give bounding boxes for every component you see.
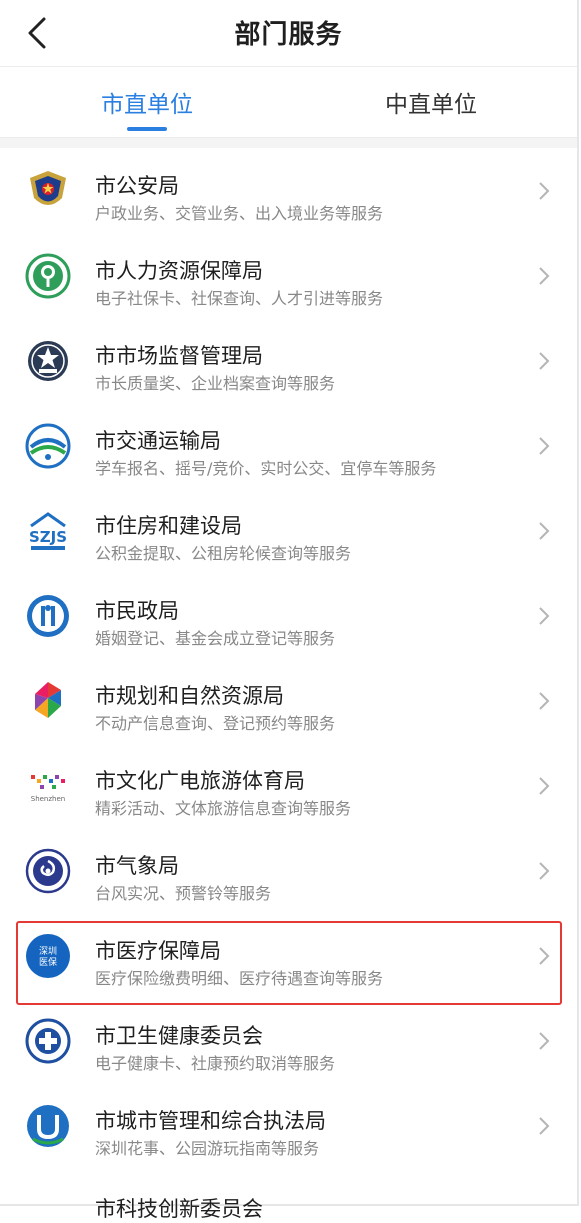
list-item[interactable]: SZJS 市住房和建设局 公积金提取、公租房轮候查询等服务: [0, 488, 577, 573]
list-item[interactable]: 深圳 医保 市医疗保障局 医疗保险缴费明细、医疗待遇查询等服务: [0, 913, 577, 998]
civil-affairs-emblem-icon: [27, 595, 69, 637]
item-name: 市卫生健康委员会: [95, 1024, 263, 1048]
list-item[interactable]: 市规划和自然资源局 不动产信息查询、登记预约等服务: [0, 658, 577, 743]
item-desc: 户政业务、交管业务、出入境业务等服务: [95, 204, 384, 223]
item-name: 市气象局: [95, 854, 179, 878]
list-item[interactable]: Shenzhen 市文化广电旅游体育局 精彩活动、文体旅游信息查询等服务: [0, 743, 577, 828]
item-desc: 婚姻登记、基金会成立登记等服务: [95, 629, 336, 648]
item-desc: 电子健康卡、社康预约取消等服务: [95, 1054, 336, 1073]
chevron-right-icon: [539, 437, 550, 455]
svg-text:SZJS: SZJS: [29, 528, 67, 546]
item-desc: 精彩活动、文体旅游信息查询等服务: [95, 799, 352, 818]
chevron-right-icon: [539, 1032, 550, 1050]
partial-list-item[interactable]: 市科技创新委员会: [95, 1193, 263, 1223]
item-desc: 市长质量奖、企业档案查询等服务: [95, 374, 336, 393]
item-name: 市医疗保障局: [95, 939, 221, 963]
tab-central-units[interactable]: 中直单位: [331, 85, 531, 119]
item-desc: 公积金提取、公租房轮候查询等服务: [95, 544, 352, 563]
department-list: 市公安局 户政业务、交管业务、出入境业务等服务 市人力资源保障局 电子社保卡、社…: [0, 148, 577, 1168]
chevron-right-icon: [539, 692, 550, 710]
chevron-right-icon: [539, 352, 550, 370]
active-tab-indicator: [127, 127, 167, 131]
weather-emblem-icon: [25, 848, 71, 894]
list-item[interactable]: 市卫生健康委员会 电子健康卡、社康预约取消等服务: [0, 998, 577, 1083]
item-desc: 电子社保卡、社保查询、人才引进等服务: [95, 289, 384, 308]
chevron-right-icon: [539, 862, 550, 880]
item-desc: 不动产信息查询、登记预约等服务: [95, 714, 336, 733]
tab-bar: 市直单位 中直单位: [0, 67, 577, 138]
page-title: 部门服务: [234, 20, 343, 50]
medical-insurance-logo-icon: 深圳 医保: [26, 934, 70, 978]
list-item[interactable]: 市公安局 户政业务、交管业务、出入境业务等服务: [0, 148, 577, 233]
item-desc: 台风实况、预警铃等服务: [95, 884, 272, 903]
list-item[interactable]: 市市场监督管理局 市长质量奖、企业档案查询等服务: [0, 318, 577, 403]
item-name: 市市场监督管理局: [95, 344, 263, 368]
item-name: 市规划和自然资源局: [95, 684, 284, 708]
list-item[interactable]: 市民政局 婚姻登记、基金会成立登记等服务: [0, 573, 577, 658]
tab-city-units[interactable]: 市直单位: [47, 85, 247, 119]
chevron-right-icon: [539, 182, 550, 200]
svg-text:医保: 医保: [39, 956, 57, 968]
list-item[interactable]: 市人力资源保障局 电子社保卡、社保查询、人才引进等服务: [0, 233, 577, 318]
szjs-logo-icon: SZJS: [29, 512, 67, 550]
svg-text:深圳: 深圳: [39, 946, 57, 957]
tree-emblem-icon: [25, 253, 71, 299]
planning-logo-icon: [35, 682, 61, 718]
item-name: 市城市管理和综合执法局: [95, 1109, 326, 1133]
item-name: 市民政局: [95, 599, 179, 623]
item-desc: 学车报名、摇号/竞价、实时公交、宜停车等服务: [95, 459, 437, 478]
transport-emblem-icon: [25, 423, 71, 469]
header: 部门服务: [0, 0, 577, 67]
police-badge-icon: [30, 171, 66, 205]
list-item[interactable]: 市城市管理和综合执法局 深圳花事、公园游玩指南等服务: [0, 1083, 577, 1168]
item-name: 市公安局: [95, 174, 179, 198]
item-desc: 医疗保险缴费明细、医疗待遇查询等服务: [95, 969, 384, 988]
urban-management-logo-icon: [27, 1105, 69, 1147]
icon-caption: Shenzhen: [31, 795, 65, 803]
item-name: 市交通运输局: [95, 429, 221, 453]
list-item[interactable]: 市交通运输局 学车报名、摇号/竞价、实时公交、宜停车等服务: [0, 403, 577, 488]
chevron-right-icon: [539, 522, 550, 540]
chevron-right-icon: [539, 607, 550, 625]
chevron-right-icon: [539, 267, 550, 285]
list-item[interactable]: 市气象局 台风实况、预警铃等服务: [0, 828, 577, 913]
section-divider: [0, 138, 577, 148]
item-name: 市住房和建设局: [95, 514, 242, 538]
health-emblem-icon: [25, 1018, 71, 1064]
item-name: 市文化广电旅游体育局: [95, 769, 305, 793]
shenzhen-culture-logo-icon: Shenzhen: [31, 775, 65, 803]
chevron-right-icon: [539, 947, 550, 965]
shield-emblem-icon: [28, 341, 68, 381]
item-desc: 深圳花事、公园游玩指南等服务: [95, 1139, 320, 1158]
chevron-right-icon: [539, 777, 550, 795]
chevron-right-icon: [539, 1117, 550, 1135]
item-name: 市人力资源保障局: [95, 259, 263, 283]
